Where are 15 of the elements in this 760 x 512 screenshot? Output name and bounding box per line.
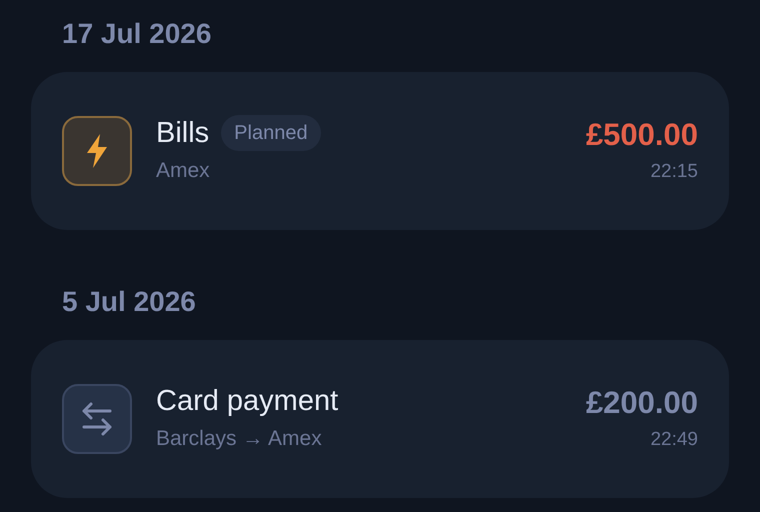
date-heading: 5 Jul 2026: [61, 285, 197, 319]
transaction-title: Bills: [156, 116, 210, 152]
transaction-title: Card payment: [156, 384, 338, 420]
swap-arrows-icon: [80, 401, 114, 437]
transaction-card[interactable]: Bills Planned Amex £500.00 22:15: [31, 72, 729, 230]
amount: £500.00: [586, 116, 698, 154]
time-label: 22:15: [650, 160, 698, 184]
lightning-icon: [84, 133, 110, 169]
amount: £200.00: [586, 384, 698, 422]
time-label: 22:49: [650, 428, 698, 452]
transaction-card[interactable]: Card payment Barclays → Amex £200.00 22:49: [31, 340, 729, 498]
account-label: Barclays → Amex: [156, 426, 323, 452]
date-heading: 17 Jul 2026: [61, 17, 212, 51]
account-label: Amex: [156, 158, 211, 184]
status-badge: Planned: [221, 115, 321, 152]
